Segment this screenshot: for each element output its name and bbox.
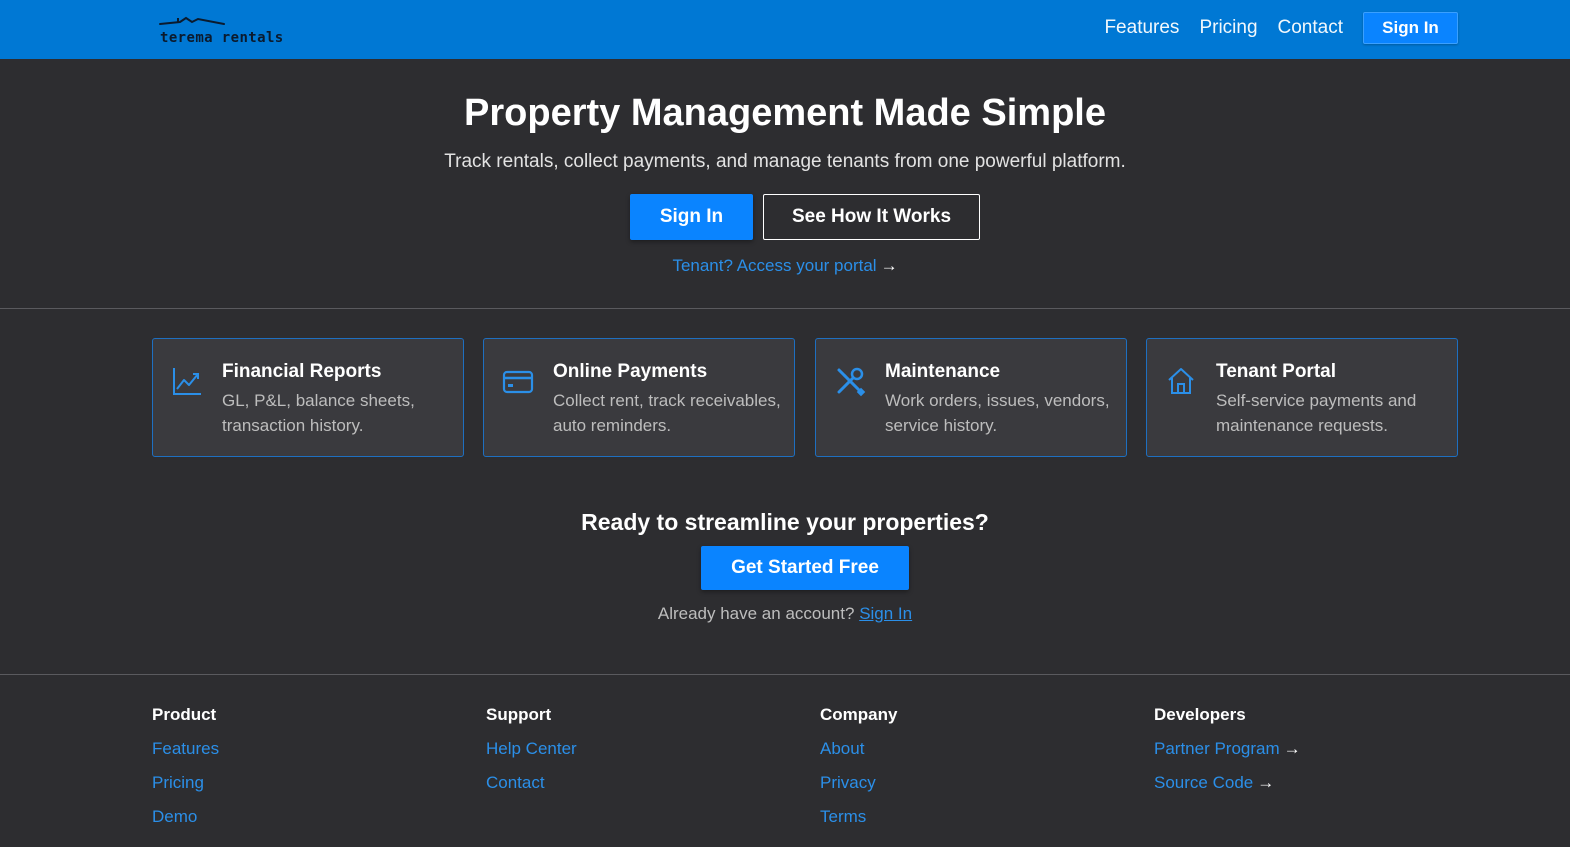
get-started-free-button[interactable]: Get Started Free — [701, 546, 909, 590]
footer-link-text: Source Code — [1154, 773, 1254, 792]
nav-features-link[interactable]: Features — [1104, 17, 1179, 39]
tenant-portal-link-text: Tenant? Access your portal — [672, 256, 877, 275]
footer-link-text: Partner Program — [1154, 739, 1280, 758]
credit-card-icon — [502, 370, 534, 394]
footer-heading: Developers — [1154, 705, 1246, 724]
footer-link-demo[interactable]: Demo — [152, 807, 219, 829]
account-prompt: Already have an account? Sign In — [0, 604, 1570, 624]
feature-card-financial-reports: Financial Reports GL, P&L, balance sheet… — [152, 338, 464, 457]
footer-heading: Product — [152, 705, 217, 724]
nav-signin-button[interactable]: Sign In — [1363, 12, 1458, 44]
footer-heading: Support — [486, 705, 552, 724]
footer-link-help-center[interactable]: Help Center — [486, 739, 577, 761]
footer-column-support: Support Help Center Contact — [486, 705, 577, 795]
cta-title: Ready to streamline your properties? — [581, 509, 989, 535]
nav-contact-link[interactable]: Contact — [1278, 17, 1343, 39]
feature-card-tenant-portal: Tenant Portal Self-service payments and … — [1146, 338, 1458, 457]
feature-description: Self-service payments and maintenance re… — [1216, 391, 1417, 435]
feature-description: Collect rent, track receivables, auto re… — [553, 391, 781, 435]
tenant-portal-link[interactable]: Tenant? Access your portal → — [0, 256, 1570, 276]
hero-subtitle: Track rentals, collect payments, and man… — [444, 151, 1126, 172]
footer-column-product: Product Features Pricing Demo — [152, 705, 219, 829]
feature-title: Financial Reports — [222, 361, 382, 382]
feature-description: Work orders, issues, vendors, service hi… — [885, 391, 1110, 435]
feature-title: Online Payments — [553, 361, 708, 382]
footer-link-partner-program[interactable]: Partner Program → — [1154, 739, 1301, 761]
brand-logo[interactable]: terema rentals — [158, 14, 293, 50]
nav-pricing-link[interactable]: Pricing — [1199, 17, 1257, 39]
see-how-it-works-button[interactable]: See How It Works — [763, 194, 980, 240]
hero-title: Property Management Made Simple — [464, 92, 1106, 134]
hero-signin-button[interactable]: Sign In — [630, 194, 753, 240]
arrow-right-icon: → — [880, 256, 898, 275]
main-nav: Features Pricing Contact Sign In — [1104, 12, 1458, 44]
chart-line-icon — [173, 368, 201, 395]
footer-link-contact[interactable]: Contact — [486, 773, 577, 795]
footer-link-source-code[interactable]: Source Code → — [1154, 773, 1301, 795]
footer-heading: Company — [820, 705, 898, 724]
account-prompt-text: Already have an account? — [657, 604, 855, 623]
feature-card-maintenance: Maintenance Work orders, issues, vendors… — [815, 338, 1127, 457]
footer-link-terms[interactable]: Terms — [820, 807, 897, 829]
logo-roof-icon — [159, 16, 225, 25]
top-navbar: terema rentals Features Pricing Contact … — [0, 0, 1570, 59]
tools-icon — [837, 367, 866, 397]
footer-link-features[interactable]: Features — [152, 739, 219, 761]
house-icon — [1168, 368, 1194, 394]
section-divider — [0, 308, 1570, 309]
feature-card-online-payments: Online Payments Collect rent, track rece… — [483, 338, 795, 457]
feature-description: GL, P&L, balance sheets, transaction his… — [222, 391, 415, 435]
footer-divider — [0, 674, 1570, 675]
arrow-right-icon: → — [1257, 773, 1275, 792]
footer-link-about[interactable]: About — [820, 739, 897, 761]
feature-title: Tenant Portal — [1216, 361, 1336, 382]
footer-link-pricing[interactable]: Pricing — [152, 773, 219, 795]
brand-name: terema rentals — [160, 30, 284, 46]
footer-column-developers: Developers Partner Program → Source Code → — [1154, 705, 1301, 795]
cta-signin-link[interactable]: Sign In — [859, 604, 912, 623]
feature-title: Maintenance — [885, 361, 1001, 382]
footer-column-company: Company About Privacy Terms — [820, 705, 897, 829]
footer-link-privacy[interactable]: Privacy — [820, 773, 897, 795]
arrow-right-icon: → — [1283, 739, 1301, 758]
